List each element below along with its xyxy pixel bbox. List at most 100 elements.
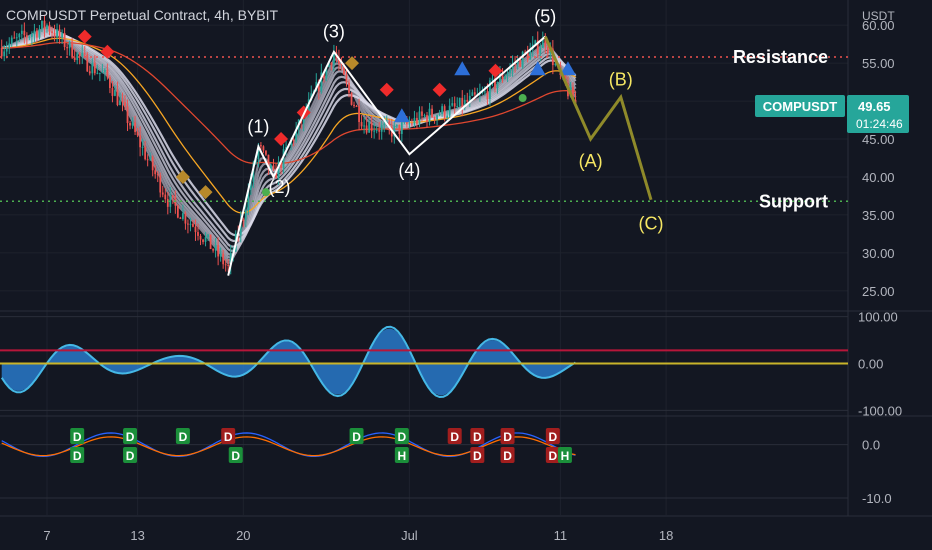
candle-body [456, 106, 459, 108]
candle-body [144, 146, 147, 160]
candle-body [400, 122, 403, 134]
mom-marker-text: D [473, 449, 482, 463]
candle-body [91, 62, 94, 74]
candle-body [378, 130, 381, 132]
candle-body [448, 105, 451, 116]
level-label: Resistance [733, 47, 828, 67]
candle-body [126, 106, 129, 123]
mom-marker-text: H [561, 449, 570, 463]
candle-body [109, 77, 111, 88]
candle-body [353, 104, 355, 107]
candle-body [539, 47, 542, 54]
candle-body [355, 106, 358, 108]
mom-marker-text: D [352, 430, 361, 444]
candle-body [25, 35, 28, 38]
candle-body [345, 74, 348, 83]
candle-body [149, 156, 152, 160]
time-tick-label: Jul [401, 528, 418, 543]
candle-body [134, 122, 136, 132]
mom-marker-text: D [179, 430, 188, 444]
candle-body [129, 122, 131, 126]
candle-body [18, 33, 21, 38]
wave-label: (4) [398, 160, 420, 180]
projection-label: (C) [639, 214, 664, 234]
candle-body [526, 52, 529, 60]
time-tick-label: 11 [554, 528, 568, 543]
candle-body [184, 213, 187, 224]
candle-body [360, 122, 363, 127]
osc-tick-label: -100.00 [858, 403, 902, 418]
mom-marker-text: H [398, 449, 407, 463]
candle-body [408, 123, 411, 125]
candle-body [121, 100, 124, 103]
candle-body [182, 213, 184, 219]
candle-body [56, 29, 58, 38]
candle-body [375, 130, 378, 132]
candle-body [428, 108, 431, 122]
candle-body [38, 28, 41, 38]
wave-label: (2) [269, 177, 291, 197]
mom-marker-text: D [549, 449, 558, 463]
mom-marker-text: D [126, 430, 135, 444]
candle-body [187, 223, 189, 225]
candle-body [363, 125, 365, 127]
time-tick-label: 13 [130, 528, 144, 543]
candle-body [66, 47, 69, 49]
chart-canvas[interactable]: Resistance Support (1) (2) (3) (4) (5) (A) (B) (… [0, 0, 932, 550]
candle-body [265, 150, 267, 155]
mom-marker-text: D [398, 430, 407, 444]
mom-tick-label: -10.0 [862, 491, 892, 506]
candle-body [151, 156, 154, 171]
candle-body [3, 51, 6, 57]
chart-title: COMPUSDT Perpetual Contract, 4h, BYBIT [6, 7, 279, 23]
candle-body [88, 71, 91, 74]
candle-body [395, 124, 398, 127]
candle-body [350, 92, 353, 105]
candle-body [446, 115, 449, 118]
candle-body [438, 114, 441, 116]
osc-tick-label: 0.00 [858, 357, 883, 372]
price-tick-label: 30.00 [862, 246, 895, 261]
candle-body [484, 91, 486, 93]
candle-body [23, 30, 26, 36]
candle-body [546, 46, 549, 54]
candle-body [398, 124, 401, 134]
candle-body [51, 31, 53, 34]
candle-body [471, 92, 474, 96]
candle-body [48, 24, 51, 32]
mom-marker-text: D [73, 449, 82, 463]
mom-marker-text: D [450, 430, 459, 444]
candle-body [411, 123, 413, 125]
price-tick-label: 25.00 [862, 284, 895, 299]
candle-body [453, 103, 456, 107]
candle-body [473, 92, 476, 95]
candle-body [81, 52, 84, 56]
candle-body [214, 245, 217, 251]
wave-label: (1) [247, 117, 269, 137]
candle-body [217, 245, 220, 257]
candle-body [146, 159, 149, 161]
candle-body [212, 249, 214, 251]
candle-body [431, 108, 433, 117]
candle-body [116, 89, 119, 106]
candle-body [207, 234, 209, 238]
candle-body [33, 30, 36, 34]
candle-body [103, 69, 106, 73]
candle-body [433, 116, 436, 120]
candle-body [222, 253, 225, 265]
candle-body [159, 175, 162, 193]
candle-body [5, 48, 8, 52]
candle-body [13, 37, 16, 39]
candle-body [423, 115, 426, 117]
candle-body [272, 165, 275, 170]
candle-body [224, 264, 227, 266]
chart-background [0, 0, 932, 550]
candle-body [189, 223, 192, 225]
candle-body [227, 264, 230, 266]
candle-body [164, 194, 167, 200]
price-tick-label: 55.00 [862, 56, 895, 71]
candle-body [204, 237, 207, 242]
candle-body [161, 192, 164, 195]
candle-body [292, 139, 295, 141]
candle-body [15, 37, 18, 39]
